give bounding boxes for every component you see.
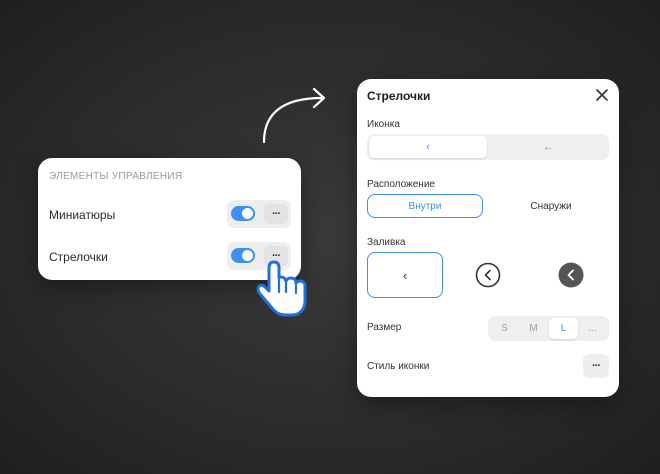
chevron-left-icon: ‹ <box>402 267 408 283</box>
panel-title: Стрелочки <box>367 89 431 103</box>
size-option-more[interactable]: ... <box>578 318 607 339</box>
size-segmented-control: S M L ... <box>488 316 609 341</box>
position-section-label: Расположение <box>367 179 435 190</box>
row-arrows: Стрелочки ··· <box>49 242 291 272</box>
arrows-toggle[interactable] <box>231 248 255 263</box>
size-option-l[interactable]: L <box>549 318 578 339</box>
arrows-settings-panel: Стрелочки Иконка ‹ ← Расположение Внутри… <box>357 79 619 397</box>
fill-outline-option[interactable] <box>475 262 501 288</box>
icon-style-label: Стиль иконки <box>367 361 430 372</box>
close-icon[interactable] <box>595 88 609 102</box>
thumbnails-more-button[interactable]: ··· <box>264 204 288 224</box>
pointer-hand-icon <box>256 260 307 317</box>
controls-header: ЭЛЕМЕНТЫ УПРАВЛЕНИЯ <box>49 171 183 182</box>
chevron-left-icon: ‹ <box>426 141 430 153</box>
size-option-m[interactable]: M <box>519 318 548 339</box>
icon-segmented-control: ‹ ← <box>367 134 609 160</box>
thumbnails-label: Миниатюры <box>49 208 116 222</box>
thumbnails-controls: ··· <box>227 200 291 228</box>
size-option-s[interactable]: S <box>490 318 519 339</box>
curved-arrow-icon <box>262 87 326 144</box>
fill-solid-option[interactable] <box>558 262 584 288</box>
arrow-left-option[interactable]: ← <box>489 136 607 158</box>
row-thumbnails: Миниатюры ··· <box>49 200 291 230</box>
position-outside-button[interactable]: Снаружи <box>493 194 609 218</box>
icon-section-label: Иконка <box>367 119 400 130</box>
icon-style-more-button[interactable]: ··· <box>583 354 609 378</box>
thumbnails-toggle[interactable] <box>231 206 255 221</box>
fill-section-label: Заливка <box>367 237 406 248</box>
fill-plain-option[interactable]: ‹ <box>367 252 443 298</box>
arrow-left-icon: ← <box>543 141 553 153</box>
size-section-label: Размер <box>367 322 402 333</box>
chevron-left-option[interactable]: ‹ <box>369 136 487 158</box>
arrows-label: Стрелочки <box>49 250 108 264</box>
position-inside-button[interactable]: Внутри <box>367 194 483 218</box>
